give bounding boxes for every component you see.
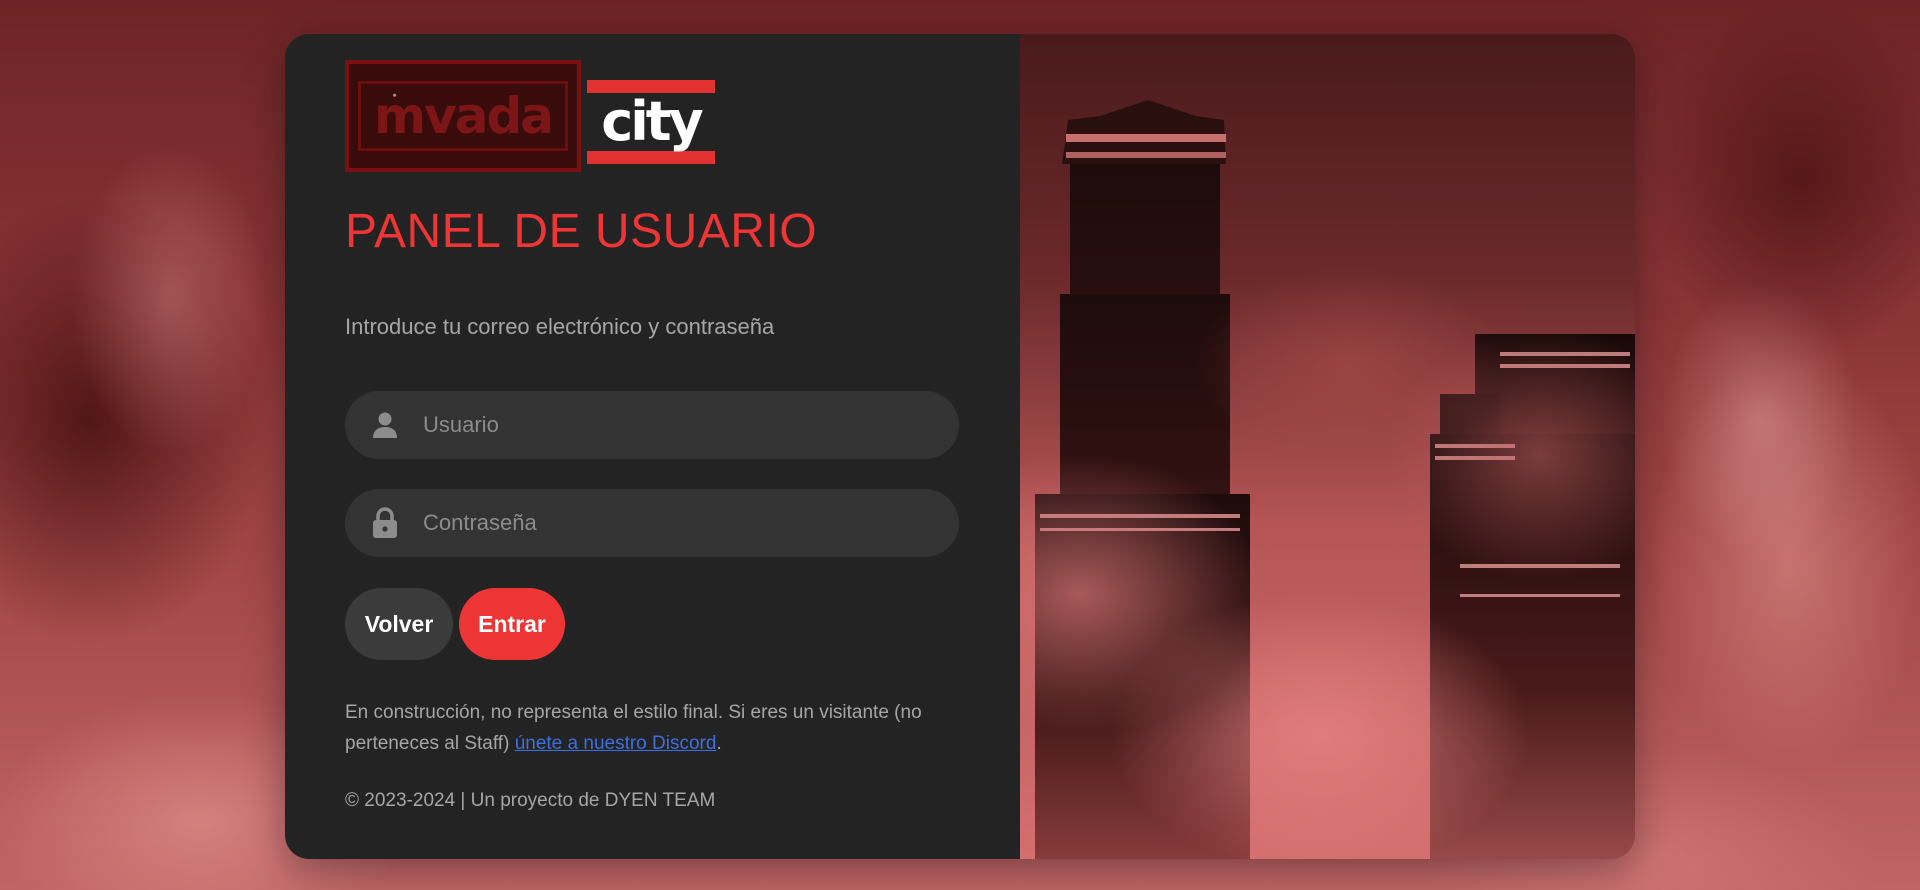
fog-overlay (1020, 34, 1635, 859)
username-input[interactable] (421, 390, 959, 460)
copyright: © 2023-2024 | Un proyecto de DYEN TEAM (345, 790, 716, 811)
discord-link[interactable]: únete a nuestro Discord (515, 733, 717, 754)
password-field[interactable] (345, 488, 959, 558)
logo-city-block: city (587, 80, 715, 164)
page-title: PANEL DE USUARIO (345, 205, 818, 258)
logo-mvada-text: mvada (358, 81, 568, 151)
login-card: mvada city PANEL DE USUARIO Introduce tu… (285, 34, 1635, 859)
note-end: . (716, 733, 722, 754)
construction-note: En construcción, no representa el estilo… (345, 697, 955, 759)
logo-mvada-block: mvada (345, 60, 581, 172)
lock-icon (371, 507, 399, 539)
city-image (1020, 34, 1635, 859)
password-input[interactable] (421, 488, 959, 558)
back-button[interactable]: Volver (345, 588, 453, 660)
user-icon (371, 409, 399, 441)
page-subtitle: Introduce tu correo electrónico y contra… (345, 314, 775, 339)
login-panel: mvada city PANEL DE USUARIO Introduce tu… (285, 34, 1020, 859)
logo-city-text: city (587, 93, 715, 151)
logo: mvada city (345, 60, 725, 176)
username-field[interactable] (345, 390, 959, 460)
enter-button[interactable]: Entrar (459, 588, 565, 660)
